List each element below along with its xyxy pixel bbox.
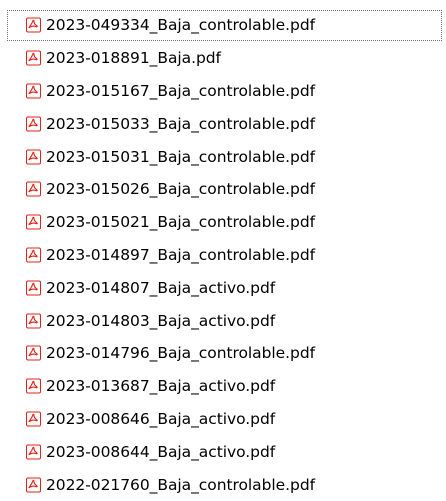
pdf-icon [26,83,41,99]
file-item[interactable]: 2023-014803_Baja_activo.pdf [0,304,446,337]
file-name: 2022-021760_Baja_controlable.pdf [46,475,316,494]
file-item[interactable]: 2023-018891_Baja.pdf [0,42,446,75]
pdf-icon [26,378,41,394]
file-item[interactable]: 2023-015026_Baja_controlable.pdf [0,173,446,206]
pdf-icon [26,345,41,361]
pdf-icon [26,411,41,427]
pdf-icon [26,477,41,493]
file-name: 2023-018891_Baja.pdf [46,49,221,68]
pdf-icon [26,181,41,197]
file-item[interactable]: 2023-008644_Baja_activo.pdf [0,435,446,468]
file-item[interactable]: 2023-015031_Baja_controlable.pdf [0,140,446,173]
file-name: 2023-049334_Baja_controlable.pdf [46,16,316,35]
pdf-icon [26,444,41,460]
file-item[interactable]: 2023-015167_Baja_controlable.pdf [0,75,446,108]
pdf-icon [26,313,41,329]
file-item[interactable]: 2022-021760_Baja_controlable.pdf [0,468,446,501]
file-name: 2023-008644_Baja_activo.pdf [46,442,276,461]
pdf-icon [26,17,41,33]
file-name: 2023-013687_Baja_activo.pdf [46,377,276,396]
file-name: 2023-015021_Baja_controlable.pdf [46,213,316,232]
file-item[interactable]: 2023-015021_Baja_controlable.pdf [0,206,446,239]
file-name: 2023-015033_Baja_controlable.pdf [46,114,316,133]
file-name: 2023-014803_Baja_activo.pdf [46,311,276,330]
file-name: 2023-014796_Baja_controlable.pdf [46,344,316,363]
pdf-icon [26,280,41,296]
file-name: 2023-015031_Baja_controlable.pdf [46,147,316,166]
pdf-icon [26,149,41,165]
file-item-focused[interactable]: 2023-049334_Baja_controlable.pdf [6,9,443,42]
pdf-icon [26,50,41,66]
pdf-icon [26,116,41,132]
pdf-icon [26,214,41,230]
file-item[interactable]: 2023-015033_Baja_controlable.pdf [0,107,446,140]
file-list: 2023-049334_Baja_controlable.pdf 2023-01… [0,0,446,501]
file-item[interactable]: 2023-008646_Baja_activo.pdf [0,403,446,436]
file-name: 2023-014807_Baja_activo.pdf [46,278,276,297]
file-item[interactable]: 2023-013687_Baja_activo.pdf [0,370,446,403]
file-item[interactable]: 2023-014796_Baja_controlable.pdf [0,337,446,370]
file-name: 2023-008646_Baja_activo.pdf [46,409,276,428]
file-name: 2023-015167_Baja_controlable.pdf [46,81,316,100]
file-name: 2023-015026_Baja_controlable.pdf [46,180,316,199]
file-item[interactable]: 2023-014897_Baja_controlable.pdf [0,239,446,272]
file-name: 2023-014897_Baja_controlable.pdf [46,245,316,264]
file-item[interactable]: 2023-014807_Baja_activo.pdf [0,271,446,304]
pdf-icon [26,247,41,263]
